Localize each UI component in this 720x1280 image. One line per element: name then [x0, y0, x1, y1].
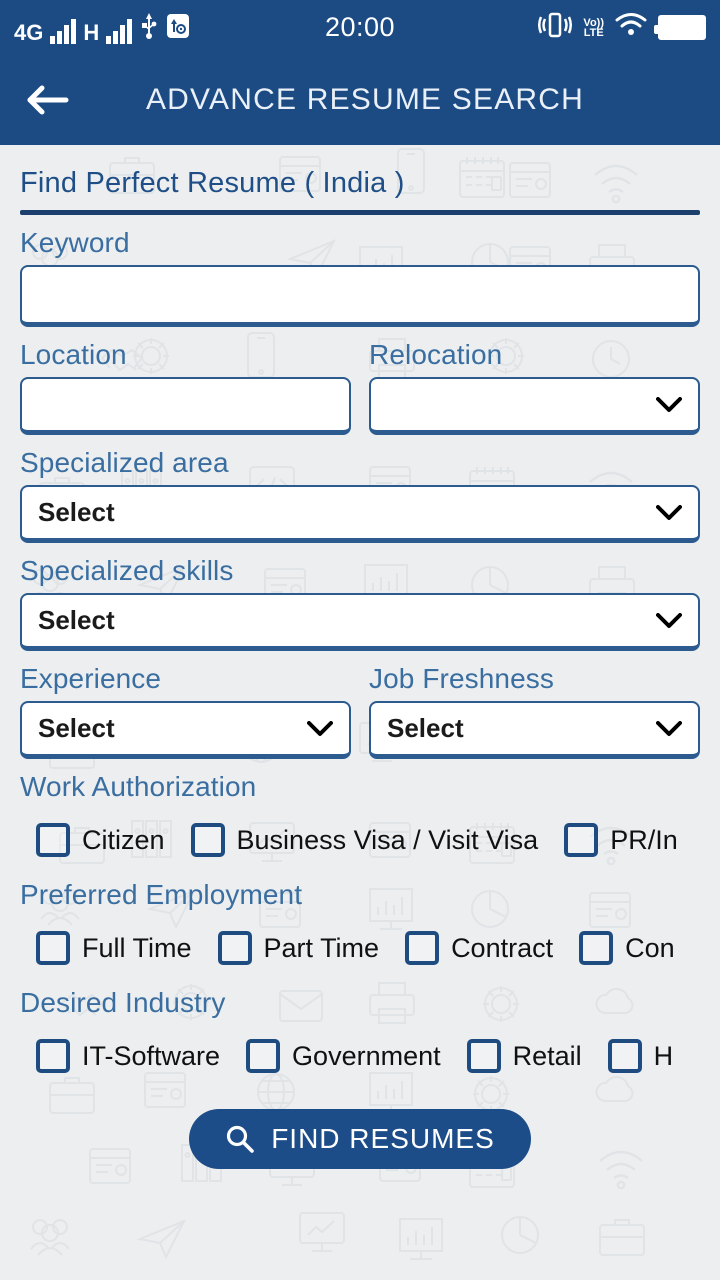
desired-industry-options: IT-Software Government Retail H: [20, 1029, 700, 1083]
experience-freshness-row: Experience Select Job Freshness Select: [20, 651, 700, 759]
checkbox-box-icon[interactable]: [190, 823, 225, 857]
chevron-down-icon: [656, 504, 682, 520]
checkbox-contract[interactable]: Contract: [405, 931, 553, 965]
checkbox-box-icon[interactable]: [466, 1039, 501, 1073]
checkbox-box-icon[interactable]: [36, 931, 70, 965]
search-form: Find Perfect Resume ( India ) Keyword Lo…: [0, 145, 720, 1280]
checkbox-label: H: [653, 1040, 674, 1071]
heading-divider: [20, 210, 700, 215]
job-freshness-select[interactable]: Select: [369, 701, 700, 759]
checkbox-label: Full Time: [82, 932, 192, 963]
chevron-down-icon: [656, 612, 682, 628]
checkbox-label: Contract: [451, 932, 554, 963]
relocation-label: Relocation: [369, 339, 503, 370]
job-freshness-label: Job Freshness: [369, 663, 554, 694]
specialized-area-select[interactable]: Select: [20, 485, 700, 543]
status-bar: 4G H 20:00 Vo)) LTE: [0, 0, 720, 55]
usb-icon: [139, 11, 159, 44]
checkbox-box-icon[interactable]: [217, 931, 252, 965]
checkbox-box-icon[interactable]: [607, 1039, 642, 1073]
form-heading: Find Perfect Resume ( India ): [20, 167, 405, 199]
submit-row: FIND RESUMES: [20, 1109, 700, 1169]
specialized-skills-select-value: Select: [38, 605, 115, 635]
app-bar: ADVANCE RESUME SEARCH: [0, 55, 720, 145]
search-icon: [227, 1125, 255, 1153]
checkbox-box-icon[interactable]: [36, 1039, 70, 1073]
checkbox-consultant[interactable]: Con: [579, 931, 675, 965]
checkbox-citizen[interactable]: Citizen: [36, 823, 165, 857]
checkbox-part-time[interactable]: Part Time: [217, 931, 380, 965]
location-relocation-row: Location Relocation: [20, 327, 700, 435]
checkbox-it-software[interactable]: IT-Software: [36, 1039, 220, 1073]
checkbox-label: Government: [292, 1040, 441, 1071]
checkbox-label: IT-Software: [82, 1040, 221, 1071]
chevron-down-icon: [307, 720, 333, 736]
app-screen: 4G H 20:00 Vo)) LTE ADVANCE RESUME SEARC…: [0, 0, 720, 1280]
specialized-area-label: Specialized area: [20, 447, 229, 478]
checkbox-label: Part Time: [263, 932, 380, 963]
checkbox-retail[interactable]: Retail: [466, 1039, 582, 1073]
checkbox-government[interactable]: Government: [246, 1039, 441, 1073]
wifi-icon: [615, 12, 647, 43]
checkbox-box-icon[interactable]: [246, 1039, 281, 1073]
checkbox-label: PR/In: [610, 824, 678, 855]
back-button[interactable]: [22, 76, 70, 124]
checkbox-label: Citizen: [82, 824, 165, 855]
checkbox-full-time[interactable]: Full Time: [36, 931, 192, 965]
find-resumes-button[interactable]: FIND RESUMES: [189, 1109, 531, 1169]
checkbox-healthcare[interactable]: H: [607, 1039, 674, 1073]
signal-bars-icon: [50, 18, 77, 44]
location-input[interactable]: [20, 377, 351, 435]
chevron-down-icon: [656, 720, 682, 736]
checkbox-label: Retail: [512, 1040, 582, 1071]
usb-debug-icon: [166, 13, 190, 44]
location-label: Location: [20, 339, 127, 370]
experience-label: Experience: [20, 663, 162, 694]
signal-bars-secondary-icon: [106, 18, 133, 44]
checkbox-pr-immigrant[interactable]: PR/In: [564, 823, 678, 857]
keyword-input[interactable]: [20, 265, 700, 327]
volte-icon: Vo)) LTE: [583, 16, 604, 39]
checkbox-box-icon[interactable]: [405, 931, 440, 965]
specialized-skills-label: Specialized skills: [20, 555, 234, 586]
experience-select[interactable]: Select: [20, 701, 351, 759]
preferred-employment-options: Full Time Part Time Contract Con: [20, 921, 700, 975]
specialized-area-select-value: Select: [38, 497, 115, 527]
network-type-h-label: H: [83, 20, 100, 45]
preferred-employment-label: Preferred Employment: [20, 879, 303, 910]
specialized-skills-select[interactable]: Select: [20, 593, 700, 651]
checkbox-label: Con: [625, 932, 675, 963]
page-title: ADVANCE RESUME SEARCH: [145, 83, 585, 116]
checkbox-box-icon[interactable]: [579, 931, 614, 965]
work-authorization-label: Work Authorization: [20, 771, 257, 802]
battery-icon: [654, 15, 706, 40]
find-resumes-label: FIND RESUMES: [271, 1123, 495, 1154]
status-bar-left: 4G H: [14, 11, 190, 44]
job-freshness-select-value: Select: [387, 713, 464, 743]
checkbox-box-icon[interactable]: [36, 823, 70, 857]
keyword-label: Keyword: [20, 227, 130, 258]
status-bar-right: Vo)) LTE: [538, 11, 706, 44]
chevron-down-icon: [656, 396, 682, 412]
desired-industry-label: Desired Industry: [20, 987, 226, 1018]
checkbox-business-visa[interactable]: Business Visa / Visit Visa: [190, 823, 539, 857]
work-authorization-options: Citizen Business Visa / Visit Visa PR/In: [20, 813, 700, 867]
vibrate-icon: [538, 11, 573, 44]
checkbox-box-icon[interactable]: [564, 823, 599, 857]
checkbox-label: Business Visa / Visit Visa: [236, 824, 539, 855]
experience-select-value: Select: [38, 713, 115, 743]
network-type-4g-label: 4G: [14, 20, 44, 45]
relocation-select[interactable]: [369, 377, 700, 435]
